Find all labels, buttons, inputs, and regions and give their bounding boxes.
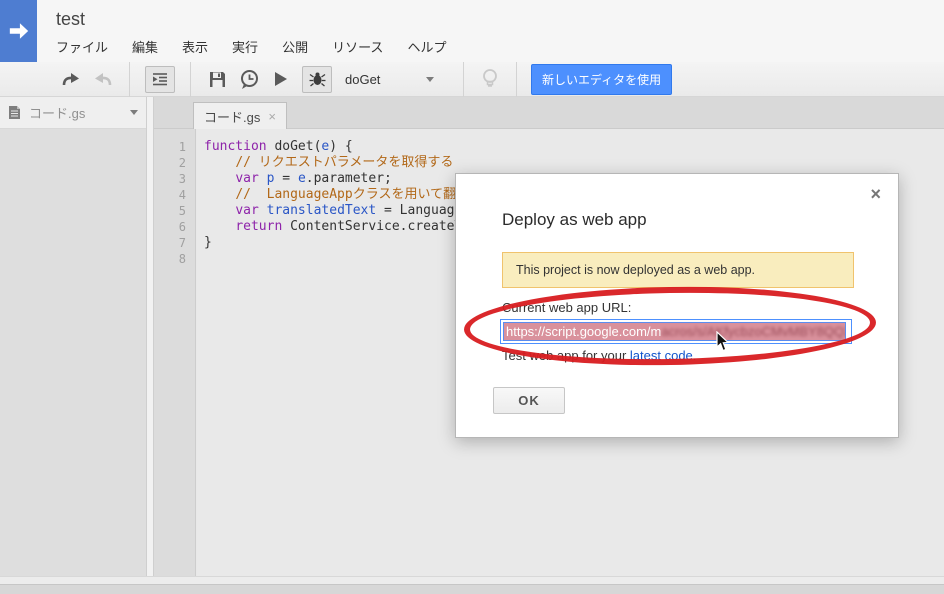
toolbar: doGet 新しいエディタを使用 [0, 62, 944, 97]
test-period: . [693, 348, 697, 363]
banner-text: This project is now deployed as a web ap… [516, 263, 755, 277]
menu-item[interactable]: 実行 [232, 37, 258, 56]
test-web-app-line: Test web app for your latest code. [502, 348, 696, 363]
tab-code-gs[interactable]: コード.gs × [193, 102, 287, 129]
sidebar-file-item[interactable]: コード.gs [0, 97, 146, 129]
line-number: 4 [154, 187, 195, 203]
chevron-down-icon [426, 77, 434, 82]
history-button[interactable] [238, 68, 260, 90]
url-label: Current web app URL: [502, 300, 631, 315]
save-icon [209, 71, 226, 88]
undo-button[interactable] [60, 68, 82, 90]
pane-splitter[interactable] [146, 97, 154, 576]
menu-item[interactable]: リソース [332, 37, 383, 56]
line-number: 2 [154, 155, 195, 171]
history-clock-icon [239, 69, 260, 90]
menu-item[interactable]: ヘルプ [407, 37, 446, 56]
arrow-right-icon [8, 20, 30, 42]
latest-code-link[interactable]: latest code [630, 348, 693, 363]
run-button[interactable] [270, 68, 292, 90]
menubar: ファイル 編集 表示 実行 公開 リソース ヘルプ [56, 37, 470, 56]
hints-button[interactable] [479, 68, 501, 90]
header: test ファイル 編集 表示 実行 公開 リソース ヘルプ [0, 0, 944, 62]
debug-button[interactable] [302, 66, 332, 93]
toolbar-separator [463, 62, 464, 97]
toolbar-separator [129, 62, 130, 97]
apps-script-window: test ファイル 編集 表示 実行 公開 リソース ヘルプ doGet [0, 0, 944, 594]
url-visible-text: https://script.google.com/m [504, 324, 661, 339]
run-play-icon [274, 71, 288, 87]
debug-bug-icon [309, 71, 326, 87]
sidebar-file-name: コード.gs [29, 103, 130, 122]
line-number: 6 [154, 219, 195, 235]
ok-button[interactable]: OK [493, 387, 565, 414]
toolbar-separator [190, 62, 191, 97]
tab-label: コード.gs [204, 107, 260, 126]
code-line: // リクエストパラメータを取得する [204, 155, 944, 171]
chevron-down-icon[interactable] [130, 110, 138, 115]
line-number: 7 [154, 235, 195, 251]
menu-item[interactable]: 表示 [182, 37, 208, 56]
line-number: 1 [154, 139, 195, 155]
test-text: Test web app for your [502, 348, 630, 363]
tab-close-icon[interactable]: × [268, 109, 276, 124]
undo-icon [61, 72, 81, 87]
url-redacted-text: acros/s/AKfycbzoCMvMBY8QQ2u [661, 324, 845, 339]
apps-script-logo [0, 0, 37, 62]
selected-url-text: https://script.google.com/macros/s/AKfyc… [503, 322, 846, 341]
deploy-success-banner: This project is now deployed as a web ap… [502, 252, 854, 288]
redo-button[interactable] [92, 68, 114, 90]
web-app-url-input[interactable]: https://script.google.com/macros/s/AKfyc… [500, 319, 852, 344]
line-number: 3 [154, 171, 195, 187]
function-selector[interactable]: doGet [345, 72, 445, 87]
save-button[interactable] [206, 68, 228, 90]
file-document-icon [8, 105, 21, 120]
line-number: 8 [154, 251, 195, 267]
menu-item[interactable]: 編集 [132, 37, 158, 56]
indent-icon [152, 72, 168, 86]
code-line: function doGet(e) { [204, 139, 944, 155]
toolbar-separator [516, 62, 517, 97]
redo-icon [93, 72, 113, 87]
line-number-gutter: 12345678 [154, 129, 196, 576]
deploy-dialog: × Deploy as web app This project is now … [455, 173, 899, 438]
status-bar [0, 576, 944, 584]
menu-item[interactable]: 公開 [282, 37, 308, 56]
line-number: 5 [154, 203, 195, 219]
project-title: test [56, 9, 85, 30]
lightbulb-icon [481, 68, 499, 90]
function-selector-value: doGet [345, 72, 380, 87]
tab-strip: コード.gs × [154, 97, 944, 129]
indent-button[interactable] [145, 66, 175, 93]
menu-item[interactable]: ファイル [56, 37, 108, 56]
horizontal-scrollbar[interactable] [0, 584, 944, 594]
dialog-title: Deploy as web app [502, 210, 647, 230]
files-sidebar: コード.gs [0, 97, 146, 576]
use-new-editor-button[interactable]: 新しいエディタを使用 [531, 64, 672, 95]
close-icon[interactable]: × [870, 184, 881, 205]
